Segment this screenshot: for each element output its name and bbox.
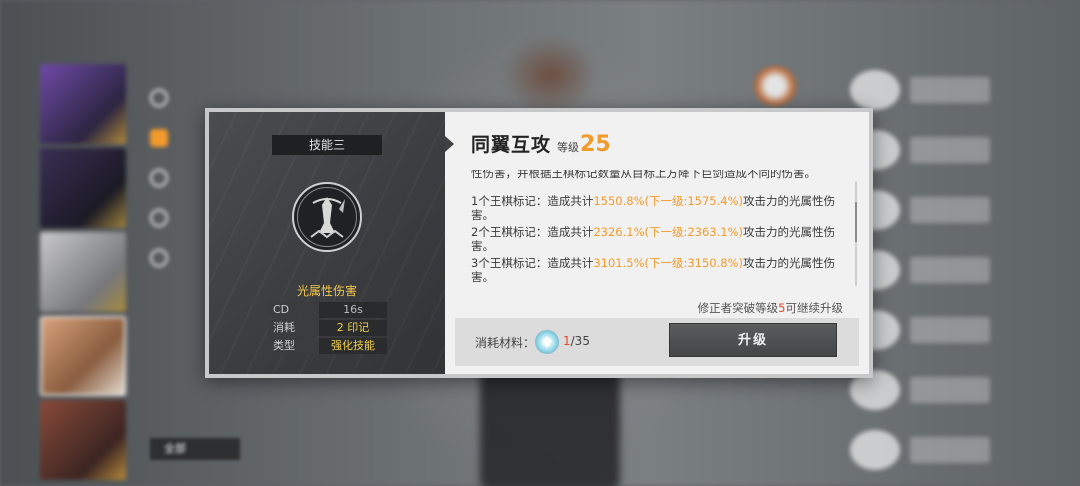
tier-2-text: 2个王棋标记：造成共计2326.1%(下一级:2363.1%)攻击力的光属性伤害… [471,225,857,253]
side-menu-item[interactable] [150,78,210,118]
side-menu-item[interactable] [150,198,210,238]
menu-icon [150,129,168,147]
skill-list-item[interactable] [850,300,1080,360]
side-menu-item[interactable] [150,238,210,278]
skill-name: 同翼互攻 [471,134,552,156]
crystal-svg [542,336,552,348]
skill-list-label [910,377,990,403]
skill-list-label [910,137,990,163]
skill-list-label [910,197,990,223]
material-count: 1/35 [563,334,590,348]
roster-card[interactable] [40,64,126,144]
stat-key: 类型 [269,338,319,354]
skill-list-label [910,77,990,103]
skill-detail-panel: 同翼互攻 等级 25 性伤害，并根据王棋标记数量从目标上方降下巨剑造成不同的伤害… [445,112,869,374]
skill-list-label [910,317,990,343]
skill-list-label [910,257,990,283]
tier-3-text: 3个王棋标记：造成共计3101.5%(下一级:3150.8%)攻击力的光属性伤害… [471,256,857,284]
side-menu [150,78,210,278]
character-roster [40,64,130,484]
stat-row-cost: 消耗 2 印记 [269,320,387,336]
tier-1-text: 1个王棋标记：造成共计1550.8%(下一级:1575.4%)攻击力的光属性伤害… [471,194,857,222]
skill-list-item[interactable] [850,180,1080,240]
roster-card[interactable] [40,400,126,480]
skill-list-label [910,437,990,463]
emblem-icon [752,66,798,106]
skill-crystal-icon[interactable] [535,330,559,354]
tier-text: 3个王棋标记：造成共计 [471,256,594,270]
skill-list [850,60,1080,480]
scrollbar-thumb[interactable] [855,202,857,242]
tier-text: 1个王棋标记：造成共计 [471,194,594,208]
upgrade-requirement-note: 修正者突破等级5可继续升级 [698,300,843,316]
skill-stats: CD 16s 消耗 2 印记 类型 强化技能 [269,302,387,356]
skill-detail-dialog: 技能三 光属性伤害 CD 16s 消耗 2 印记 类型 强化技能 同翼互攻 等级… [205,108,873,378]
menu-icon [150,89,168,107]
skill-list-item[interactable] [850,360,1080,420]
roster-card[interactable] [40,232,126,312]
side-menu-item[interactable] [150,158,210,198]
tier-text: 2个王棋标记：造成共计 [471,225,594,239]
panel-pointer [445,136,454,152]
menu-icon [150,249,168,267]
tier-value: 3101.5%(下一级:3150.8%) [593,256,744,270]
level-label: 等级 [557,141,580,154]
skill-slot-tag: 技能三 [272,135,382,155]
tier-value: 2326.1%(下一级:2363.1%) [593,225,744,239]
upgrade-button[interactable]: 升级 [669,323,837,357]
stat-row-cd: CD 16s [269,302,387,318]
skill-title-row: 同翼互攻 等级 25 [471,130,611,157]
stat-row-type: 类型 强化技能 [269,338,387,354]
skill-thumb-icon [850,430,900,470]
skill-list-item[interactable] [850,240,1080,300]
stat-value: 2 印记 [336,321,370,334]
description-scrollbar[interactable] [855,182,857,286]
upgrade-bar: 消耗材料： 1/35 升级 [455,318,859,366]
skill-list-item[interactable] [850,60,1080,120]
skill-thumb-icon [850,70,900,110]
stat-key: CD [269,302,319,318]
filter-button[interactable]: 全部 [150,438,240,460]
stat-value: 强化技能 [331,339,375,352]
skill-list-item[interactable] [850,420,1080,480]
stat-key: 消耗 [269,320,319,336]
skill-list-item[interactable] [850,120,1080,180]
description-partial-line: 性伤害，并根据王棋标记数量从目标上方降下巨剑造成不同的伤害。 [471,170,816,180]
side-menu-item-active[interactable] [150,118,210,158]
tier-value: 1550.8%(下一级:1575.4%) [593,194,744,208]
material-required: /35 [570,334,590,348]
roster-card-selected[interactable] [40,316,126,396]
material-label: 消耗材料： [475,336,536,350]
skill-emblem-svg [310,197,345,239]
skill-summary-panel: 技能三 光属性伤害 CD 16s 消耗 2 印记 类型 强化技能 [209,112,454,374]
dialog-body: 技能三 光属性伤害 CD 16s 消耗 2 印记 类型 强化技能 同翼互攻 等级… [209,112,869,374]
skill-description[interactable]: 性伤害，并根据王棋标记数量从目标上方降下巨剑造成不同的伤害。 1个王棋标记：造成… [471,170,857,292]
menu-icon [150,169,168,187]
skill-icon-ring [297,187,357,247]
crystal-guardian-icon [292,182,362,252]
note-level: 5 [778,301,786,315]
damage-type-label: 光属性伤害 [296,284,357,298]
roster-card[interactable] [40,148,126,228]
stat-value: 16s [343,303,363,316]
material-current: 1 [563,334,571,348]
menu-icon [150,209,168,227]
level-value: 25 [580,132,611,157]
note-text: 可继续升级 [785,301,844,315]
note-text: 修正者突破等级 [697,301,779,315]
